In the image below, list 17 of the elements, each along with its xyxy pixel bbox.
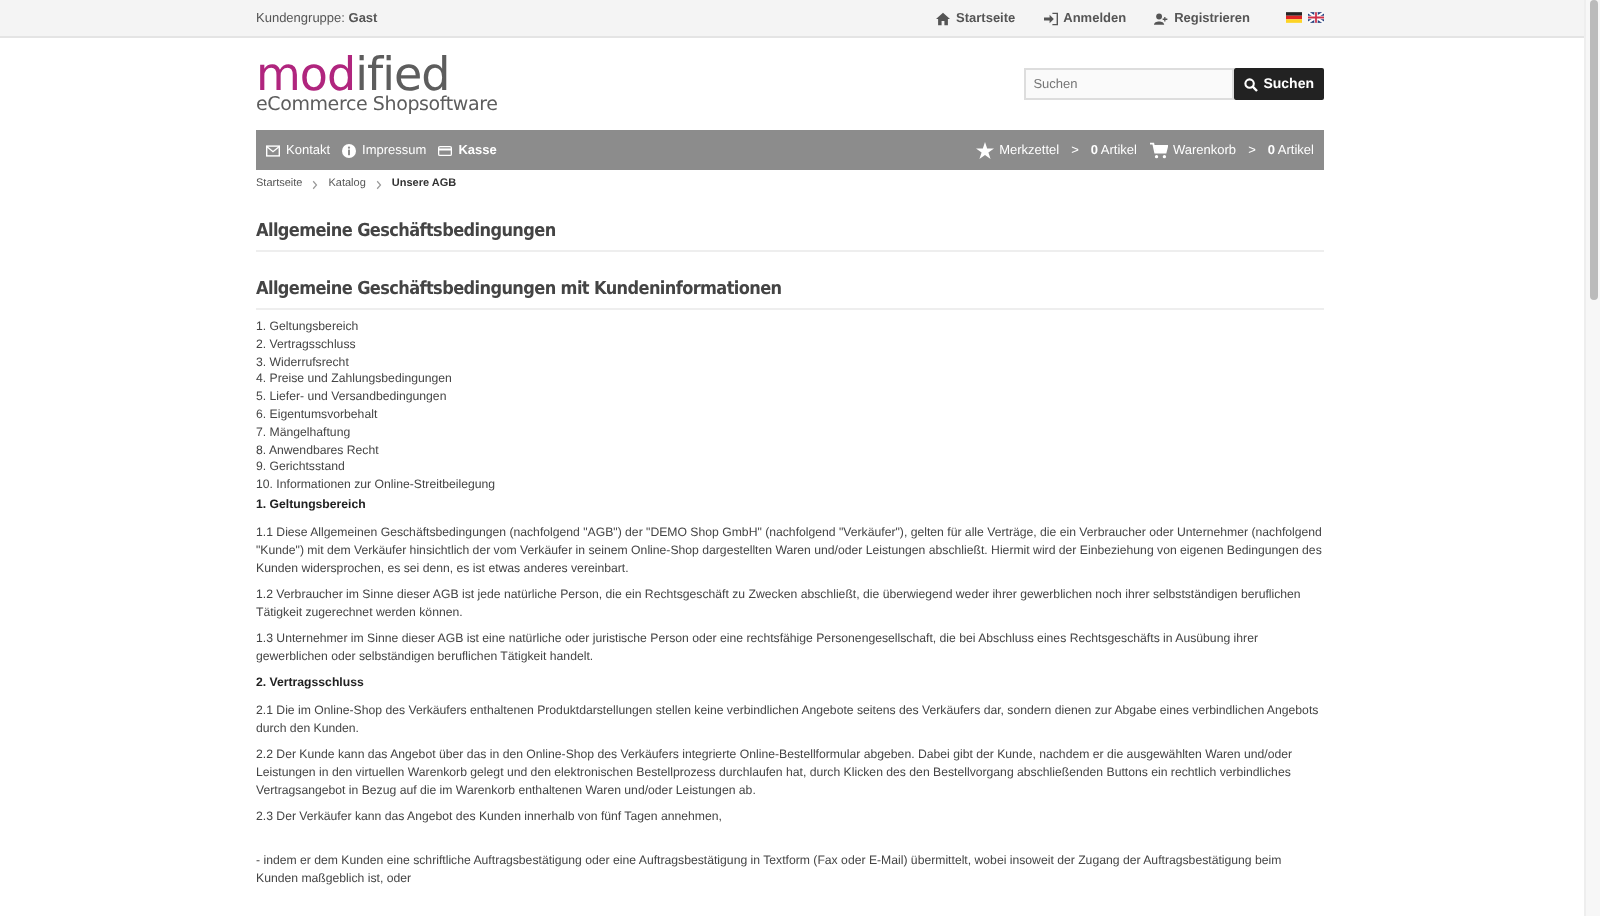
envelope-icon — [266, 143, 280, 157]
cart-icon — [1149, 141, 1167, 159]
home-icon — [936, 11, 951, 25]
user-plus-icon — [1154, 11, 1169, 25]
chevron-right-icon — [375, 179, 382, 189]
search-icon — [1243, 77, 1258, 91]
sign-in-icon — [1043, 11, 1058, 25]
section-title: Allgemeine Geschäftsbedingungen mit Kundeninformationen — [256, 280, 1324, 310]
info-icon — [342, 143, 357, 157]
credit-card-icon — [438, 143, 453, 157]
scrollbar[interactable] — [1584, 0, 1600, 916]
german-flag-icon[interactable] — [1286, 12, 1302, 24]
star-icon — [975, 141, 994, 159]
chevron-right-icon — [312, 179, 319, 189]
page-title: Allgemeine Geschäftsbedingungen — [256, 222, 1324, 252]
shop-logo[interactable]: modified eCommerce Shopsoftware — [256, 56, 498, 116]
british-flag-icon[interactable] — [1308, 12, 1324, 24]
